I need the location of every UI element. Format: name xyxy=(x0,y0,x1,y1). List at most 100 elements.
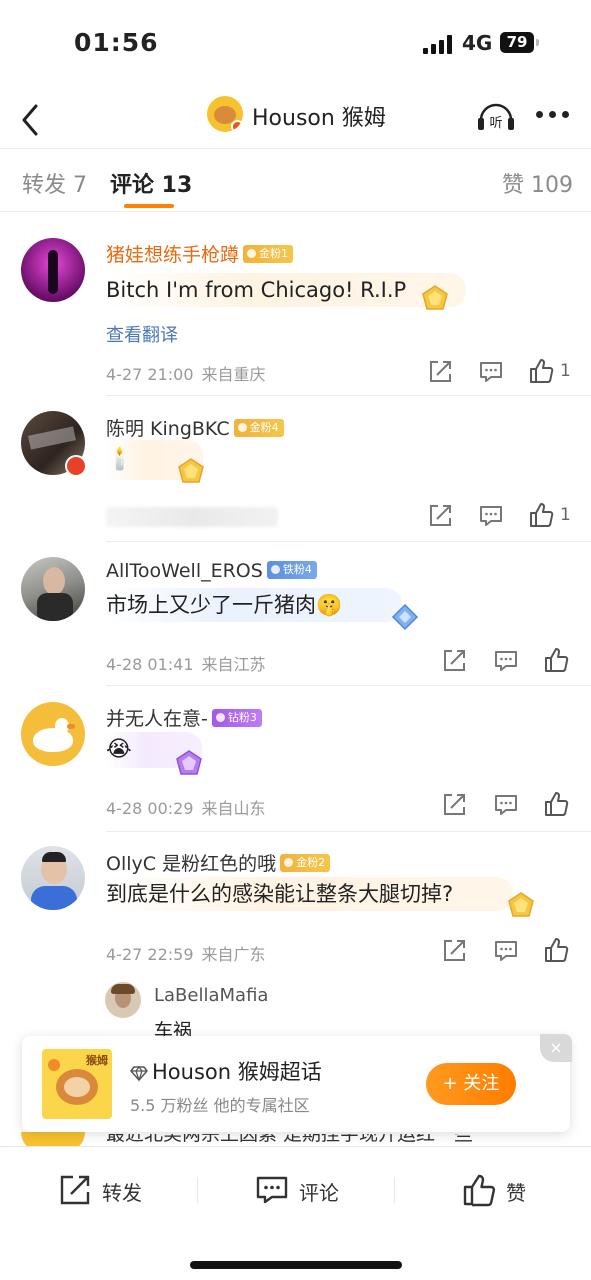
comment-icon[interactable] xyxy=(478,503,504,529)
comment-item: 并无人在意- 钻粉3 😭 4-28 00:29 来自山东 xyxy=(0,686,591,832)
next-comment-text-content: 最近北美两宗上因素 是期挫字现开运红一些 xyxy=(106,1134,474,1145)
gold-gem-icon xyxy=(508,892,534,917)
reply-avatar[interactable] xyxy=(105,982,141,1018)
author-avatar[interactable] xyxy=(207,96,243,132)
comment-button[interactable]: 评论 xyxy=(255,1173,355,1207)
diamond-icon xyxy=(130,1066,148,1082)
comment-location: 来自重庆 xyxy=(201,365,266,384)
like-icon xyxy=(463,1174,496,1207)
super-topic-card[interactable]: 猴姆 Houson 猴姆超话 5.5 万粉丝 他的专属社区 + 关注 × xyxy=(22,1034,572,1132)
username[interactable]: 猪娃想练手枪蹲 金粉1 xyxy=(106,240,294,267)
hidden-meta xyxy=(106,507,278,527)
comment-location: 来自江苏 xyxy=(201,655,266,674)
username[interactable]: OllyC 是粉红色的哦 金粉2 xyxy=(106,849,331,876)
tab-likes[interactable]: 赞 109 xyxy=(502,167,573,199)
like-icon[interactable] xyxy=(528,502,554,528)
user-avatar[interactable] xyxy=(21,557,85,621)
username-text[interactable]: AllTooWell_EROS xyxy=(106,560,263,582)
repost-label: 转发 xyxy=(102,1181,142,1205)
like-label: 赞 xyxy=(506,1181,526,1205)
battery-icon: 79 xyxy=(500,32,540,53)
like-icon[interactable] xyxy=(543,937,569,963)
back-icon[interactable] xyxy=(16,96,46,136)
listen-icon[interactable]: 听 xyxy=(476,98,516,134)
username[interactable]: 陈明 KingBKC 金粉4 xyxy=(106,414,284,441)
comment-time: 4-28 01:41 xyxy=(106,655,194,674)
fan-badge: 铁粉4 xyxy=(266,560,317,579)
super-topic-title: Houson 猴姆超话 xyxy=(130,1056,322,1086)
fan-badge: 金粉1 xyxy=(243,244,294,263)
share-icon[interactable] xyxy=(427,359,453,385)
username-text[interactable]: 并无人在意- xyxy=(106,708,208,730)
share-icon[interactable] xyxy=(441,938,467,964)
like-count: 1 xyxy=(560,361,571,381)
user-avatar[interactable] xyxy=(21,238,85,302)
like-icon[interactable] xyxy=(543,791,569,817)
comment-location: 来自广东 xyxy=(201,945,266,964)
username-text[interactable]: 陈明 KingBKC xyxy=(106,418,230,440)
comment-icon[interactable] xyxy=(493,648,519,674)
like-icon[interactable] xyxy=(528,358,554,384)
purple-gem-icon xyxy=(176,750,202,775)
author-name[interactable]: Houson 猴姆 xyxy=(252,100,386,132)
status-bar: 01:56 4G 79 xyxy=(0,0,591,88)
super-topic-thumbnail: 猴姆 xyxy=(42,1049,112,1119)
super-topic-subtitle: 5.5 万粉丝 他的专属社区 xyxy=(130,1096,310,1115)
username[interactable]: AllTooWell_EROS 铁粉4 xyxy=(106,560,317,582)
tab-bar: 转发 7 评论 13 赞 109 xyxy=(0,148,591,212)
comment-time: 4-27 22:59 xyxy=(106,945,194,964)
comment-time: 4-27 21:00 xyxy=(106,365,194,384)
signal-icon xyxy=(423,34,453,54)
share-icon[interactable] xyxy=(427,503,453,529)
battery-level: 79 xyxy=(500,32,534,53)
comment-meta: 4-27 21:00 来自重庆 xyxy=(106,361,266,385)
active-tab-indicator xyxy=(124,204,174,208)
status-time: 01:56 xyxy=(74,28,159,57)
fan-badge: 钻粉3 xyxy=(211,708,262,727)
fan-badge: 金粉4 xyxy=(233,418,284,437)
comment-icon xyxy=(256,1176,288,1204)
comment-icon[interactable] xyxy=(493,938,519,964)
bottom-action-bar: 转发 评论 赞 xyxy=(0,1146,591,1280)
comment-item: 猪娃想练手枪蹲 金粉1 Bitch I'm from Chicago! R.I.P… xyxy=(0,213,591,396)
more-icon[interactable] xyxy=(536,110,570,120)
user-avatar[interactable] xyxy=(21,702,85,766)
comment-meta: 4-28 00:29 来自山东 xyxy=(106,795,266,819)
comment-location: 来自山东 xyxy=(201,799,266,818)
close-icon[interactable]: × xyxy=(540,1034,572,1062)
gold-gem-icon xyxy=(178,458,204,483)
comment-icon[interactable] xyxy=(478,359,504,385)
comment-text: 到底是什么的感染能让整条大腿切掉? xyxy=(106,877,514,911)
follow-button[interactable]: + 关注 xyxy=(426,1063,516,1105)
nav-bar: Houson 猴姆 听 xyxy=(0,88,591,148)
blue-gem-icon xyxy=(391,603,419,631)
repost-icon xyxy=(60,1175,90,1205)
share-icon[interactable] xyxy=(441,648,467,674)
home-indicator xyxy=(190,1261,402,1269)
comment-text: Bitch I'm from Chicago! R.I.P xyxy=(106,273,467,307)
comment-item: AllTooWell_EROS 铁粉4 市场上又少了一斤猪肉🤫 4-28 01:4… xyxy=(0,542,591,686)
fan-badge: 金粉2 xyxy=(280,853,331,872)
like-count: 1 xyxy=(560,505,571,525)
like-icon[interactable] xyxy=(543,647,569,673)
tab-comments[interactable]: 评论 13 xyxy=(110,167,192,199)
gold-gem-icon xyxy=(422,285,448,310)
username-text[interactable]: 猪娃想练手枪蹲 xyxy=(106,244,239,266)
username[interactable]: 并无人在意- 钻粉3 xyxy=(106,704,262,731)
comment-time: 4-28 00:29 xyxy=(106,799,194,818)
comment-meta: 4-27 22:59 来自广东 xyxy=(106,941,266,965)
like-button[interactable]: 赞 xyxy=(462,1173,542,1207)
verified-icon xyxy=(231,120,243,132)
network-type: 4G xyxy=(462,31,493,55)
repost-button[interactable]: 转发 xyxy=(58,1173,158,1207)
username-text[interactable]: OllyC 是粉红色的哦 xyxy=(106,853,276,875)
tab-repost[interactable]: 转发 7 xyxy=(22,167,87,199)
comment-meta: 4-28 01:41 来自江苏 xyxy=(106,651,266,675)
comment-item: OllyC 是粉红色的哦 金粉2 到底是什么的感染能让整条大腿切掉? 4-27 2… xyxy=(0,832,591,982)
comment-icon[interactable] xyxy=(493,792,519,818)
reply-username[interactable]: LaBellaMafia xyxy=(154,985,268,1006)
share-icon[interactable] xyxy=(441,792,467,818)
user-avatar[interactable] xyxy=(21,846,85,910)
translate-link[interactable]: 查看翻译 xyxy=(106,321,178,347)
thumbnail-tag: 猴姆 xyxy=(86,1054,108,1067)
